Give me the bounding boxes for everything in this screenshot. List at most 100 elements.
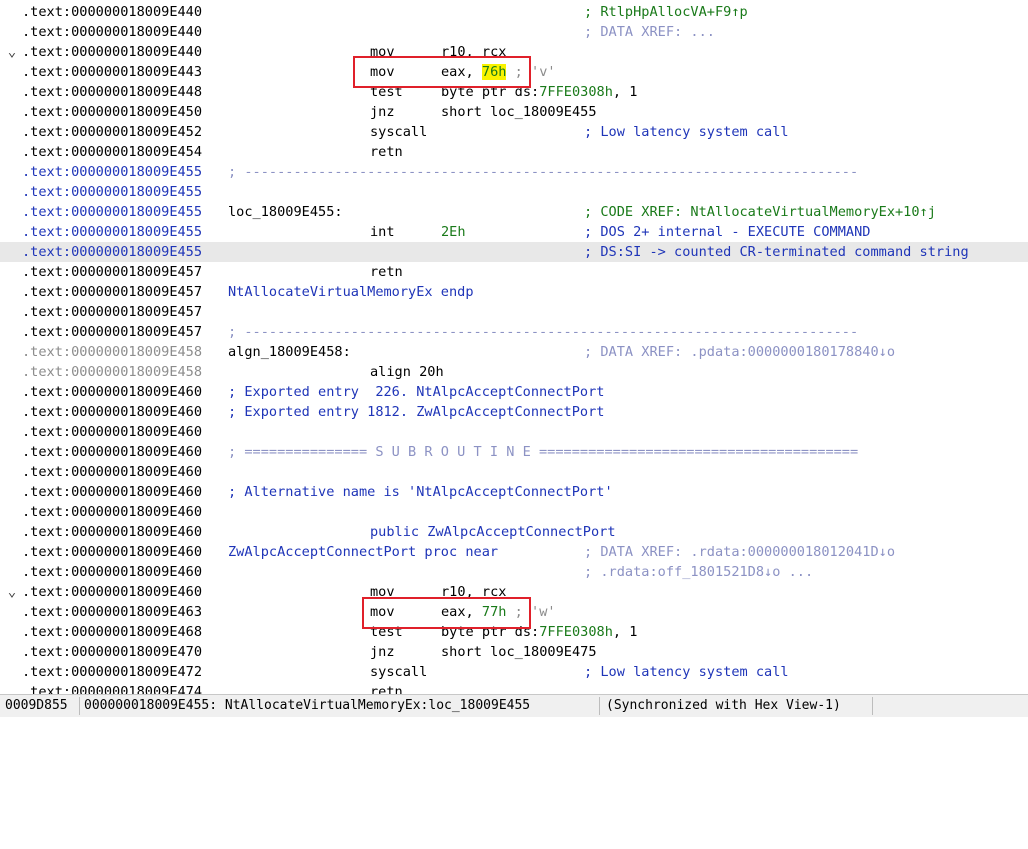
- line-label[interactable]: ; Alternative name is 'NtAlpcAcceptConne…: [228, 482, 613, 502]
- instruction-mnemonic[interactable]: retn: [370, 142, 403, 162]
- line-comment: ; DATA XREF: .rdata:000000018012041D↓o: [584, 544, 895, 560]
- line-address: .text:000000018009E460: [22, 544, 203, 560]
- separator-line: ; --------------------------------------…: [228, 324, 859, 340]
- line-comment: ; CODE XREF: NtAllocateVirtualMemoryEx+1…: [584, 204, 936, 220]
- line-comment: ; Low latency system call: [584, 124, 789, 140]
- instruction-mnemonic[interactable]: retn: [370, 262, 403, 282]
- instruction-operands[interactable]: short loc_18009E455: [441, 102, 597, 122]
- line-comment: ; Low latency system call: [584, 664, 789, 680]
- line-address: .text:000000018009E455: [22, 244, 203, 260]
- listing-line[interactable]: .text:000000018009E455 int 2Eh ; DOS 2+ int…: [0, 222, 1028, 242]
- line-label[interactable]: NtAllocateVirtualMemoryEx endp: [228, 282, 474, 302]
- line-address: .text:000000018009E457: [22, 304, 203, 320]
- line-address: .text:000000018009E443: [22, 64, 203, 80]
- listing-line[interactable]: .text:000000018009E440 ; RtlpHpAllocVA+F9…: [0, 2, 1028, 22]
- listing-line[interactable]: .text:000000018009E460: [0, 462, 1028, 482]
- instruction-mnemonic[interactable]: jnz: [370, 102, 395, 122]
- line-comment: ; DATA XREF: ...: [584, 24, 715, 40]
- line-label[interactable]: ; Exported entry 1812. ZwAlpcAcceptConne…: [228, 402, 604, 422]
- line-comment: ; .rdata:off_1801521D8↓o ...: [584, 564, 814, 580]
- operand-suffix: , 1: [612, 624, 638, 640]
- line-address: .text:000000018009E457: [22, 264, 203, 280]
- annotation-box-77h: [362, 597, 531, 629]
- instruction-mnemonic[interactable]: public ZwAlpcAcceptConnectPort: [370, 522, 616, 542]
- listing-line[interactable]: .text:000000018009E460 ; Exported entry 1…: [0, 402, 1028, 422]
- line-address: .text:000000018009E460: [22, 444, 203, 460]
- listing-line[interactable]: .text:000000018009E460 ; Exported entry 2…: [0, 382, 1028, 402]
- operand-address[interactable]: 7FFE0308h: [539, 624, 613, 640]
- listing-line[interactable]: .text:000000018009E472 syscall ; Low laten…: [0, 662, 1028, 682]
- listing-line[interactable]: .text:000000018009E455: [0, 182, 1028, 202]
- status-sync: (Synchronized with Hex View-1): [606, 698, 841, 713]
- listing-line[interactable]: .text:000000018009E450 jnz short loc_18009…: [0, 102, 1028, 122]
- listing-line[interactable]: .text:000000018009E460 ; =============== …: [0, 442, 1028, 462]
- instruction-mnemonic[interactable]: syscall: [370, 662, 427, 682]
- listing-line[interactable]: .text:000000018009E457 retn: [0, 262, 1028, 282]
- listing-line[interactable]: .text:000000018009E457 ; ----------------…: [0, 322, 1028, 342]
- listing-line[interactable]: .text:000000018009E457: [0, 302, 1028, 322]
- listing-line[interactable]: .text:000000018009E440 ; DATA XREF: ...: [0, 22, 1028, 42]
- line-label[interactable]: ZwAlpcAcceptConnectPort proc near: [228, 542, 498, 562]
- instruction-mnemonic[interactable]: jnz: [370, 642, 395, 662]
- collapse-chevron-icon[interactable]: ⌄: [4, 582, 20, 602]
- separator-line: ; --------------------------------------…: [228, 164, 859, 180]
- status-offset: 0009D855: [5, 698, 68, 713]
- line-address: .text:000000018009E474: [22, 684, 203, 694]
- line-address: .text:000000018009E455: [22, 224, 203, 240]
- annotation-box-76h: [353, 56, 531, 88]
- line-address: .text:000000018009E440: [22, 24, 203, 40]
- line-comment: ; DATA XREF: .pdata:0000000180178840↓o: [584, 344, 895, 360]
- line-address: .text:000000018009E455: [22, 204, 203, 220]
- instruction-mnemonic[interactable]: align 20h: [370, 362, 444, 382]
- line-address: .text:000000018009E460: [22, 424, 203, 440]
- instruction-mnemonic[interactable]: retn: [370, 682, 403, 694]
- line-address: .text:000000018009E448: [22, 84, 203, 100]
- listing-line[interactable]: .text:000000018009E460 ; Alternative name…: [0, 482, 1028, 502]
- listing-line[interactable]: .text:000000018009E460 ZwAlpcAcceptConnec…: [0, 542, 1028, 562]
- line-address: .text:000000018009E460: [22, 404, 203, 420]
- status-location: 000000018009E455: NtAllocateVirtualMemor…: [84, 698, 531, 713]
- line-address: .text:000000018009E457: [22, 324, 203, 340]
- listing-line[interactable]: .text:000000018009E458 algn_18009E458: ; D…: [0, 342, 1028, 362]
- instruction-mnemonic[interactable]: int: [370, 222, 395, 242]
- listing-line[interactable]: .text:000000018009E455 ; DS:SI -> counted…: [0, 242, 1028, 262]
- line-address: .text:000000018009E458: [22, 364, 203, 380]
- line-address: .text:000000018009E460: [22, 464, 203, 480]
- line-label[interactable]: algn_18009E458:: [228, 342, 351, 362]
- line-address: .text:000000018009E458: [22, 344, 203, 360]
- line-address: .text:000000018009E454: [22, 144, 203, 160]
- line-address: .text:000000018009E460: [22, 384, 203, 400]
- disassembly-listing[interactable]: .text:000000018009E440 ; RtlpHpAllocVA+F9…: [0, 0, 1028, 694]
- listing-line[interactable]: .text:000000018009E457 NtAllocateVirtualM…: [0, 282, 1028, 302]
- separator-line: ; =============== S U B R O U T I N E ==…: [228, 444, 859, 460]
- line-comment: ; DS:SI -> counted CR-terminated command…: [584, 244, 969, 260]
- listing-line[interactable]: .text:000000018009E455 ; ----------------…: [0, 162, 1028, 182]
- listing-line[interactable]: .text:000000018009E455 loc_18009E455: ; CO…: [0, 202, 1028, 222]
- line-address: .text:000000018009E463: [22, 604, 203, 620]
- line-address: .text:000000018009E468: [22, 624, 203, 640]
- line-label[interactable]: loc_18009E455:: [228, 202, 343, 222]
- line-address: .text:000000018009E460: [22, 484, 203, 500]
- listing-line[interactable]: .text:000000018009E460 ; .rdata:off_18015…: [0, 562, 1028, 582]
- listing-line[interactable]: .text:000000018009E452 syscall ; Low laten…: [0, 122, 1028, 142]
- listing-line[interactable]: .text:000000018009E470 jnz short loc_18009…: [0, 642, 1028, 662]
- line-address: .text:000000018009E452: [22, 124, 203, 140]
- line-address: .text:000000018009E460: [22, 524, 203, 540]
- listing-line[interactable]: .text:000000018009E454 retn: [0, 142, 1028, 162]
- instruction-operands[interactable]: short loc_18009E475: [441, 642, 597, 662]
- listing-line[interactable]: .text:000000018009E460 public ZwAlpcAccep…: [0, 522, 1028, 542]
- listing-line[interactable]: .text:000000018009E460: [0, 502, 1028, 522]
- listing-line[interactable]: .text:000000018009E474 retn: [0, 682, 1028, 694]
- listing-line[interactable]: .text:000000018009E458 align 20h: [0, 362, 1028, 382]
- line-label[interactable]: ; Exported entry 226. NtAlpcAcceptConnec…: [228, 382, 604, 402]
- operand-address[interactable]: 7FFE0308h: [539, 84, 613, 100]
- status-bar: 0009D855 000000018009E455: NtAllocateVir…: [0, 694, 1028, 717]
- line-comment: ; RtlpHpAllocVA+F9↑p: [584, 4, 748, 20]
- collapse-chevron-icon[interactable]: ⌄: [4, 42, 20, 62]
- line-address: .text:000000018009E460: [22, 564, 203, 580]
- line-address: .text:000000018009E450: [22, 104, 203, 120]
- instruction-mnemonic[interactable]: syscall: [370, 122, 427, 142]
- line-address: .text:000000018009E470: [22, 644, 203, 660]
- instruction-operands[interactable]: 2Eh: [441, 222, 466, 242]
- listing-line[interactable]: .text:000000018009E460: [0, 422, 1028, 442]
